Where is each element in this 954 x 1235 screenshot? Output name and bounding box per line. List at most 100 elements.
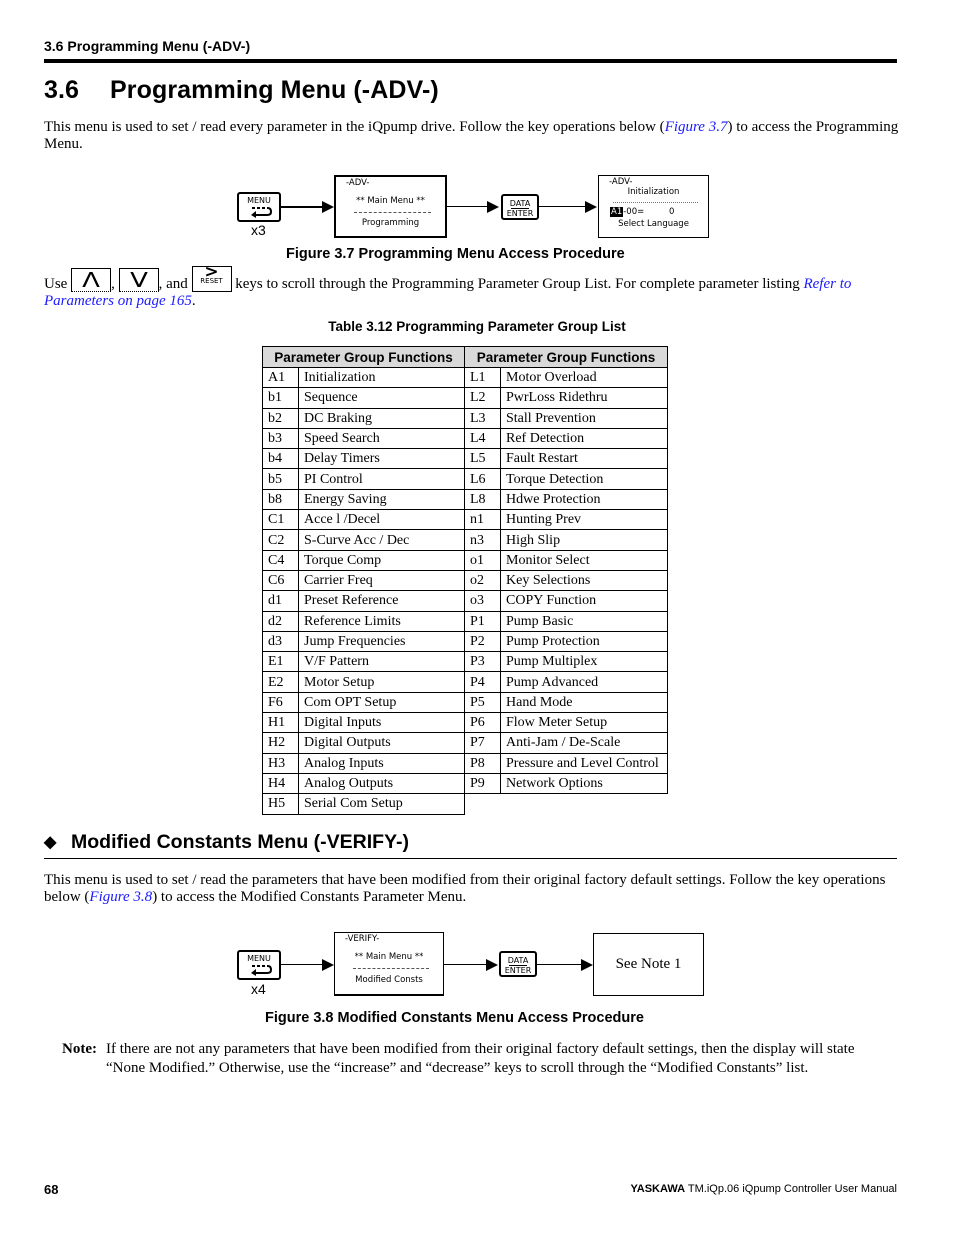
group-code: P1 (464, 610, 501, 632)
group-name: Digital Inputs (298, 712, 465, 734)
group-code: b1 (262, 387, 299, 409)
group-name: Acce l /Decel (298, 509, 465, 531)
group-name: Network Options (500, 772, 668, 795)
group-code: E1 (262, 651, 299, 673)
group-name: Monitor Select (500, 549, 668, 571)
table-row: b3 Speed Search L4 Ref Detection (262, 427, 668, 450)
group-code: n3 (464, 529, 501, 551)
group-code: P5 (464, 691, 501, 714)
group-name: Hand Mode (500, 691, 668, 714)
data-enter-key-bottom: ENTER (504, 966, 532, 975)
group-code: o2 (464, 569, 501, 592)
table-header: Parameter Group Functions (262, 346, 465, 368)
intro-paragraph: This menu is used to set / read every pa… (44, 119, 904, 153)
group-code: L5 (464, 448, 501, 470)
screen-mode: -VERIFY- (345, 934, 380, 944)
group-name: Jump Frequencies (298, 630, 465, 653)
group-name: Pump Advanced (500, 671, 668, 693)
table-header: Parameter Group Functions (464, 346, 668, 368)
footer-brand: YASKAWA (630, 1183, 686, 1195)
group-name: Pump Protection (500, 630, 668, 653)
table-row: E1 V/F Pattern P3 Pump Multiplex (262, 651, 668, 673)
table-row: H1 Digital Inputs P6 Flow Meter Setup (262, 712, 668, 734)
group-code: P8 (464, 752, 501, 774)
table-row: b4 Delay Timers L5 Fault Restart (262, 448, 668, 470)
group-name: S-Curve Acc / Dec (298, 529, 465, 551)
section-title: 3.6 Programming Menu (-ADV-) (44, 76, 439, 105)
subsection-rule (44, 858, 897, 859)
press-count: x3 (251, 222, 266, 238)
note-text: If there are not any parameters that hav… (106, 1041, 855, 1076)
group-name: High Slip (500, 529, 668, 551)
group-code: E2 (262, 671, 299, 693)
group-name: Sequence (298, 387, 465, 409)
table-row: b8 Energy Saving L8 Hdwe Protection (262, 488, 668, 511)
group-name: Analog Outputs (298, 772, 465, 795)
footer-title: YASKAWA TM.iQp.06 iQpump Controller User… (630, 1183, 897, 1195)
group-code: L3 (464, 407, 501, 429)
group-code: P9 (464, 772, 501, 795)
arrow-right-icon (322, 959, 334, 971)
group-name: Speed Search (298, 427, 465, 450)
group-name: Initialization (298, 366, 465, 389)
group-code: L8 (464, 488, 501, 511)
group-name (500, 793, 668, 815)
group-name: Flow Meter Setup (500, 712, 668, 734)
intro-text: This menu is used to set / read every pa… (44, 119, 665, 135)
subsection-title-text: Modified Constants Menu (-VERIFY-) (71, 831, 409, 853)
table-row: d2 Reference Limits P1 Pump Basic (262, 610, 668, 632)
table-row: b1 Sequence L2 PwrLoss Ridethru (262, 387, 668, 409)
period: . (191, 293, 196, 309)
group-code: o1 (464, 549, 501, 571)
group-code: b5 (262, 468, 299, 490)
main-menu-screen: -ADV- ** Main Menu ** Programming (334, 175, 447, 238)
down-key: V (118, 268, 159, 292)
menu-key: MENU (237, 192, 281, 222)
return-arrow-icon (251, 207, 272, 218)
group-code: H1 (262, 712, 299, 734)
group-code: L1 (464, 366, 501, 389)
group-code: b2 (262, 407, 299, 429)
figure-3-7-link[interactable]: Figure 3.7 (665, 119, 728, 135)
arrow-right-icon (486, 959, 498, 971)
group-name: COPY Function (500, 590, 668, 612)
table-row: A1 Initialization L1 Motor Overload (262, 366, 668, 389)
arrow-right-icon (322, 201, 334, 213)
table-row: d3 Jump Frequencies P2 Pump Protection (262, 630, 668, 653)
figure-3-8-caption: Figure 3.8 Modified Constants Menu Acces… (265, 1010, 644, 1026)
group-code: P6 (464, 712, 501, 734)
data-enter-key-top: DATA (507, 956, 529, 965)
group-code: L2 (464, 387, 501, 409)
group-name: DC Braking (298, 407, 465, 429)
group-code: P7 (464, 732, 501, 754)
param-value: 0 (669, 207, 675, 217)
table-row: H5 Serial Com Setup (262, 793, 668, 815)
group-name: Carrier Freq (298, 569, 465, 592)
group-code: P4 (464, 671, 501, 693)
group-code: C6 (262, 569, 299, 592)
group-code: C2 (262, 529, 299, 551)
group-name: Stall Prevention (500, 407, 668, 429)
group-code: P3 (464, 651, 501, 673)
table-row: C1 Acce l /Decel n1 Hunting Prev (262, 509, 668, 531)
data-enter-key: DATA ENTER (501, 194, 539, 220)
group-code: H5 (262, 793, 299, 815)
section-title-text: Programming Menu (-ADV-) (110, 76, 439, 104)
group-code: n1 (464, 509, 501, 531)
screen-divider (354, 212, 431, 213)
group-name: Serial Com Setup (298, 793, 465, 815)
subsection-title: ◆ Modified Constants Menu (-VERIFY-) (44, 831, 409, 854)
connector-line (281, 206, 324, 208)
data-enter-key: DATA ENTER (499, 951, 537, 977)
group-code: L6 (464, 468, 501, 490)
table-row: b2 DC Braking L3 Stall Prevention (262, 407, 668, 429)
screen-param-line: A1-00= (610, 207, 644, 217)
use-text: Use (44, 276, 68, 292)
figure-3-8-link[interactable]: Figure 3.8 (89, 889, 152, 905)
group-code: L4 (464, 427, 501, 450)
running-head: 3.6 Programming Menu (-ADV-) (44, 38, 251, 54)
group-name: Analog Inputs (298, 752, 465, 774)
group-name: V/F Pattern (298, 651, 465, 673)
group-code: P2 (464, 630, 501, 653)
group-name: Hunting Prev (500, 509, 668, 531)
